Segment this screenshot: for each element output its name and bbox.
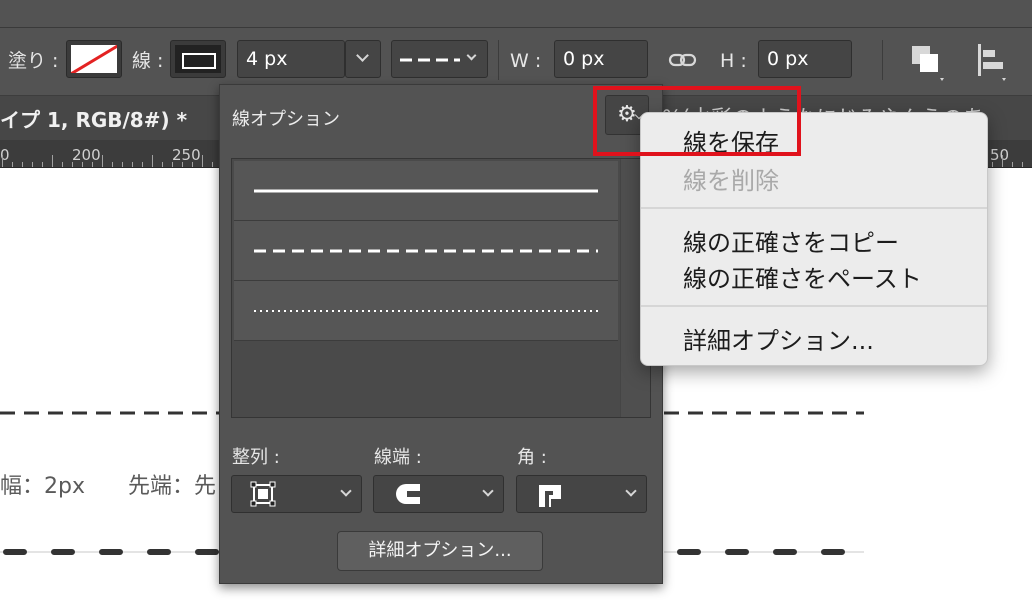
height-input[interactable]: 0 px: [758, 40, 852, 78]
ruler-tick: [72, 162, 73, 167]
align-dropdown[interactable]: [231, 475, 362, 513]
rounded-dash-stroke-sample: [664, 549, 864, 555]
stroke-preset-list: [231, 158, 651, 418]
ruler-tick: [1002, 155, 1003, 167]
ruler-tick: [152, 155, 153, 167]
canvas-text-width: 幅：2px: [0, 474, 85, 499]
ruler-tick: [202, 155, 203, 167]
ruler-label: 200: [72, 146, 101, 164]
window-top-strip: [0, 0, 1032, 28]
ruler-tick: [32, 162, 33, 167]
ruler-tick: [92, 162, 93, 167]
ruler-tick: [82, 162, 83, 167]
fill-label: 塗り :: [8, 50, 59, 72]
ruler-tick: [2, 155, 3, 167]
more-options-button[interactable]: 詳細オプション...: [337, 531, 543, 571]
canvas-text-cap: 先端：先: [128, 474, 217, 499]
separator: [498, 40, 499, 80]
dashed-stroke-sample: [664, 411, 864, 415]
ruler-label: 250: [172, 146, 201, 164]
link-icon[interactable]: [668, 50, 698, 70]
stroke-rect-icon: [175, 45, 221, 73]
ruler-tick: [62, 162, 63, 167]
chevron-down-icon: [482, 485, 494, 497]
stroke-width-dropdown[interactable]: [345, 40, 381, 78]
ruler-tick: [122, 162, 123, 167]
separator: [882, 40, 883, 80]
preset-solid[interactable]: [234, 161, 618, 221]
ruler-tick: [212, 162, 213, 167]
dashed-line-icon: [400, 58, 460, 62]
fill-swatch[interactable]: [66, 40, 122, 78]
align-label: 整列 :: [232, 447, 280, 468]
stroke-swatch[interactable]: [170, 40, 226, 78]
corner-dropdown[interactable]: [516, 475, 647, 513]
round-cap-icon: [396, 484, 420, 504]
dashed-line-icon: [254, 249, 598, 253]
chevron-down-icon: [466, 50, 477, 61]
chevron-down-icon: [625, 485, 637, 497]
ruler-tick: [1012, 162, 1013, 167]
chevron-down-icon: [340, 485, 352, 497]
menu-separator: [641, 305, 987, 307]
ruler-tick: [142, 162, 143, 167]
panel-title: 線オプション: [232, 109, 340, 130]
document-title[interactable]: イプ 1, RGB/8#) *: [0, 104, 187, 133]
path-operations-icon[interactable]: [906, 40, 946, 84]
ruler-tick: [172, 162, 173, 167]
stroke-options-panel: 線オプション ⚙ 整列 : 線端 : 角 : 詳細オプション...: [219, 84, 663, 584]
stroke-label: 線 :: [132, 50, 164, 72]
ruler-tick: [12, 162, 13, 167]
ruler-tick: [102, 155, 103, 167]
menu-item-more-options[interactable]: 詳細オプション...: [683, 321, 874, 356]
ruler-tick: [132, 162, 133, 167]
menu-item-paste-accuracy[interactable]: 線の正確さをペースト: [683, 259, 922, 294]
preset-dashed[interactable]: [234, 221, 618, 281]
ruler-tick: [182, 162, 183, 167]
highlight-annotation-box: [593, 86, 801, 156]
corner-label: 角 :: [517, 447, 547, 468]
ruler-tick: [192, 162, 193, 167]
no-fill-icon: [71, 45, 117, 73]
chevron-down-icon: [356, 49, 369, 62]
stroke-width-input[interactable]: 4 px: [237, 40, 345, 78]
ruler-tick: [162, 162, 163, 167]
w-label: W :: [510, 50, 542, 72]
ruler-tick: [42, 162, 43, 167]
miter-corner-icon: [539, 485, 561, 507]
ruler-tick: [992, 162, 993, 167]
cap-dropdown[interactable]: [373, 475, 504, 513]
cap-label: 線端 :: [374, 447, 422, 468]
ruler-tick: [52, 155, 53, 167]
ruler-tick: [1022, 162, 1023, 167]
align-inside-icon: [250, 481, 276, 507]
menu-item-delete-stroke: 線を削除: [683, 167, 779, 195]
ruler-tick: [22, 162, 23, 167]
dotted-line-icon: [254, 310, 598, 312]
menu-item-copy-accuracy[interactable]: 線の正確さをコピー: [683, 223, 899, 258]
preset-dotted[interactable]: [234, 281, 618, 341]
menu-separator: [641, 207, 987, 209]
stroke-type-dropdown[interactable]: [391, 40, 488, 78]
h-label: H :: [720, 50, 747, 72]
path-alignment-icon[interactable]: [972, 40, 1012, 84]
solid-line-icon: [254, 189, 598, 193]
dashed-stroke-sample: [0, 411, 220, 415]
rounded-dash-stroke-sample: [0, 549, 220, 555]
width-input[interactable]: 0 px: [554, 40, 648, 78]
ruler-tick: [112, 162, 113, 167]
